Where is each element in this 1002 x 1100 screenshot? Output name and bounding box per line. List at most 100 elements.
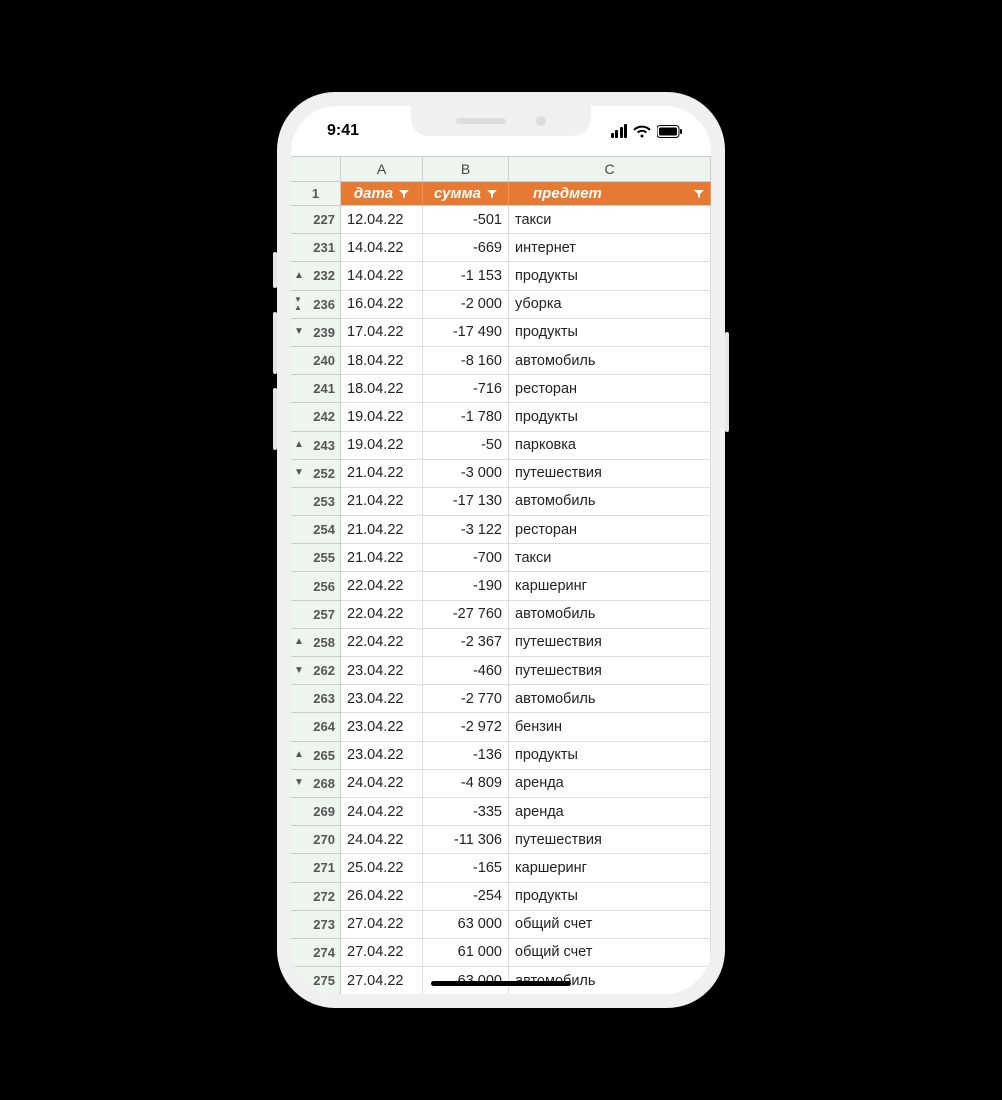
- row-number[interactable]: 243: [291, 432, 341, 460]
- cell-date[interactable]: 23.04.22: [341, 685, 423, 713]
- cell-subject[interactable]: аренда: [509, 798, 711, 826]
- cell-date[interactable]: 16.04.22: [341, 291, 423, 319]
- cell-subject[interactable]: продукты: [509, 883, 711, 911]
- filter-icon[interactable]: [399, 189, 409, 199]
- table-row[interactable]: 26523.04.22-136продукты: [291, 742, 711, 770]
- group-collapse-icon[interactable]: [294, 440, 304, 450]
- cell-sum[interactable]: -17 490: [423, 319, 509, 347]
- cell-date[interactable]: 22.04.22: [341, 629, 423, 657]
- cell-sum[interactable]: 63 000: [423, 911, 509, 939]
- cell-subject[interactable]: такси: [509, 206, 711, 234]
- cell-date[interactable]: 19.04.22: [341, 432, 423, 460]
- cell-date[interactable]: 23.04.22: [341, 657, 423, 685]
- cell-date[interactable]: 22.04.22: [341, 572, 423, 600]
- column-header-b[interactable]: B: [423, 157, 509, 182]
- group-collapse-icon[interactable]: [294, 750, 304, 760]
- table-row[interactable]: 26323.04.22-2 770автомобиль: [291, 685, 711, 713]
- row-number[interactable]: 254: [291, 516, 341, 544]
- row-number[interactable]: 256: [291, 572, 341, 600]
- cell-date[interactable]: 23.04.22: [341, 742, 423, 770]
- cell-sum[interactable]: -3 122: [423, 516, 509, 544]
- row-number[interactable]: 231: [291, 234, 341, 262]
- cell-sum[interactable]: -2 972: [423, 713, 509, 741]
- group-collapse-icon[interactable]: [294, 637, 304, 647]
- row-number[interactable]: 268: [291, 770, 341, 798]
- row-header-1[interactable]: 1: [291, 182, 341, 206]
- table-row[interactable]: 25722.04.22-27 760автомобиль: [291, 601, 711, 629]
- cell-subject[interactable]: автомобиль: [509, 685, 711, 713]
- cell-subject[interactable]: путешествия: [509, 460, 711, 488]
- row-number[interactable]: 252: [291, 460, 341, 488]
- cell-date[interactable]: 21.04.22: [341, 544, 423, 572]
- group-expand-icon[interactable]: [294, 778, 304, 788]
- cell-date[interactable]: 21.04.22: [341, 516, 423, 544]
- spreadsheet[interactable]: A B C 1 дата сумма: [291, 156, 711, 994]
- select-all-corner[interactable]: [291, 157, 341, 182]
- cell-date[interactable]: 17.04.22: [341, 319, 423, 347]
- group-expand-icon[interactable]: [294, 327, 304, 337]
- cell-subject[interactable]: путешествия: [509, 657, 711, 685]
- cell-subject[interactable]: путешествия: [509, 826, 711, 854]
- table-row[interactable]: 24219.04.22-1 780продукты: [291, 403, 711, 431]
- cell-subject[interactable]: уборка: [509, 291, 711, 319]
- cell-date[interactable]: 24.04.22: [341, 798, 423, 826]
- cell-sum[interactable]: -27 760: [423, 601, 509, 629]
- table-row[interactable]: 24118.04.22-716ресторан: [291, 375, 711, 403]
- cell-sum[interactable]: -254: [423, 883, 509, 911]
- cell-subject[interactable]: ресторан: [509, 375, 711, 403]
- row-number[interactable]: 274: [291, 939, 341, 967]
- group-toggle-icon[interactable]: [294, 296, 302, 312]
- group-collapse-icon[interactable]: [294, 271, 304, 281]
- row-number[interactable]: 273: [291, 911, 341, 939]
- cell-subject[interactable]: продукты: [509, 319, 711, 347]
- cell-sum[interactable]: -11 306: [423, 826, 509, 854]
- cell-date[interactable]: 14.04.22: [341, 262, 423, 290]
- table-row[interactable]: 23214.04.22-1 153продукты: [291, 262, 711, 290]
- cell-sum[interactable]: -136: [423, 742, 509, 770]
- cell-sum[interactable]: -8 160: [423, 347, 509, 375]
- table-row[interactable]: 27427.04.2261 000общий счет: [291, 939, 711, 967]
- cell-date[interactable]: 27.04.22: [341, 911, 423, 939]
- cell-subject[interactable]: общий счет: [509, 939, 711, 967]
- table-row[interactable]: 25221.04.22-3 000путешествия: [291, 460, 711, 488]
- group-expand-icon[interactable]: [294, 666, 304, 676]
- filter-icon[interactable]: [694, 189, 704, 199]
- row-number[interactable]: 272: [291, 883, 341, 911]
- table-row[interactable]: 25521.04.22-700такси: [291, 544, 711, 572]
- cell-sum[interactable]: -1 780: [423, 403, 509, 431]
- cell-date[interactable]: 23.04.22: [341, 713, 423, 741]
- header-cell-subject[interactable]: предмет: [509, 182, 711, 206]
- cell-date[interactable]: 25.04.22: [341, 854, 423, 882]
- column-header-c[interactable]: C: [509, 157, 711, 182]
- cell-sum[interactable]: -1 153: [423, 262, 509, 290]
- cell-subject[interactable]: путешествия: [509, 629, 711, 657]
- row-number[interactable]: 236: [291, 291, 341, 319]
- cell-sum[interactable]: -190: [423, 572, 509, 600]
- row-number[interactable]: 263: [291, 685, 341, 713]
- row-number[interactable]: 271: [291, 854, 341, 882]
- cell-date[interactable]: 26.04.22: [341, 883, 423, 911]
- row-number[interactable]: 257: [291, 601, 341, 629]
- row-number[interactable]: 258: [291, 629, 341, 657]
- cell-date[interactable]: 27.04.22: [341, 939, 423, 967]
- cell-date[interactable]: 22.04.22: [341, 601, 423, 629]
- table-row[interactable]: 26824.04.22-4 809аренда: [291, 770, 711, 798]
- home-indicator[interactable]: [431, 981, 571, 986]
- table-row[interactable]: 27226.04.22-254продукты: [291, 883, 711, 911]
- cell-date[interactable]: 27.04.22: [341, 967, 423, 994]
- cell-sum[interactable]: -335: [423, 798, 509, 826]
- row-number[interactable]: 241: [291, 375, 341, 403]
- cell-sum[interactable]: -716: [423, 375, 509, 403]
- cell-date[interactable]: 18.04.22: [341, 375, 423, 403]
- table-row[interactable]: 26423.04.22-2 972бензин: [291, 713, 711, 741]
- table-row[interactable]: 22712.04.22-501такси: [291, 206, 711, 234]
- cell-sum[interactable]: -460: [423, 657, 509, 685]
- row-number[interactable]: 232: [291, 262, 341, 290]
- table-row[interactable]: 27327.04.2263 000общий счет: [291, 911, 711, 939]
- row-number[interactable]: 239: [291, 319, 341, 347]
- cell-sum[interactable]: -669: [423, 234, 509, 262]
- cell-subject[interactable]: автомобиль: [509, 488, 711, 516]
- cell-subject[interactable]: такси: [509, 544, 711, 572]
- column-header-a[interactable]: A: [341, 157, 423, 182]
- cell-sum[interactable]: -4 809: [423, 770, 509, 798]
